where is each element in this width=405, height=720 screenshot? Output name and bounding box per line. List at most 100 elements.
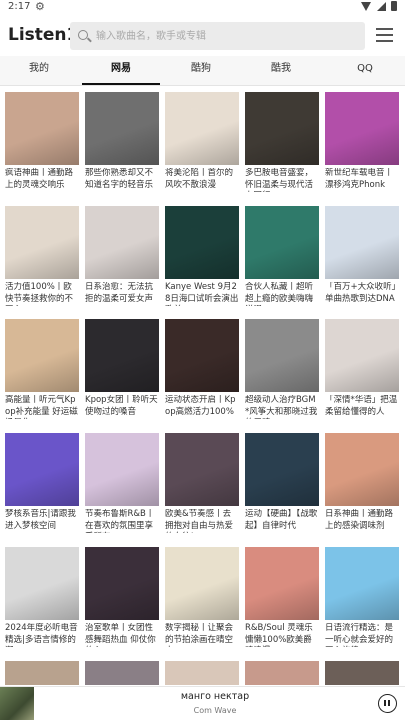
playlist-card[interactable]: 日语流行精选：是一听心就会爱好的开心旋律	[325, 547, 399, 647]
playlist-title[interactable]: 日语流行精选：是一听心就会爱好的开心旋律	[325, 623, 399, 647]
playlist-title[interactable]: 数字揭秘丨让聚会的节拍涂画在晴空中	[165, 623, 239, 647]
playlist-cover[interactable]	[245, 433, 319, 506]
playlist-card[interactable]: Kpop女团丨聆听天使吻过的嗓音	[85, 319, 159, 419]
playlist-title[interactable]: 那些你熟悉却又不知道名字的轻音乐	[85, 168, 159, 192]
playlist-cover[interactable]	[245, 661, 319, 685]
playlist-title[interactable]: 将美沦陷丨首尔的风吹不散浪漫	[165, 168, 239, 192]
playlist-card[interactable]: 「深情*华语」把温柔留给懂得的人	[325, 319, 399, 419]
playlist-card[interactable]: 将美沦陷丨首尔的风吹不散浪漫	[165, 92, 239, 192]
playlist-title[interactable]: Kpop女团丨聆听天使吻过的嗓音	[85, 395, 159, 419]
playlist-title[interactable]: Kanye West 9月28日海口试听会演出歌单	[165, 282, 239, 306]
playlist-cover[interactable]	[5, 319, 79, 392]
playlist-cover[interactable]	[85, 547, 159, 620]
playlist-card[interactable]: 多巴胺电音盛宴，怀旧温柔与现代活力同行	[245, 92, 319, 192]
playlist-cover[interactable]	[85, 92, 159, 165]
menu-icon[interactable]	[376, 28, 393, 42]
playlist-card[interactable]: 节奏布鲁斯R&B丨在喜欢的氛围里享受所有	[85, 433, 159, 533]
battery-icon	[391, 1, 397, 11]
mini-player[interactable]: манго нектар Com Wave	[0, 686, 405, 720]
now-playing-cover[interactable]	[0, 687, 34, 720]
playlist-title[interactable]: 超级动人治疗BGM*风筝大和那晓过我的灵魂	[245, 395, 319, 419]
playlist-card[interactable]: 数字揭秘丨让聚会的节拍涂画在晴空中	[165, 547, 239, 647]
tab-kugou[interactable]: 酷狗	[178, 56, 224, 86]
pause-icon[interactable]	[378, 694, 397, 713]
playlist-cover[interactable]	[325, 319, 399, 392]
playlist-cover[interactable]	[165, 433, 239, 506]
playlist-card[interactable]: 超级动人治疗BGM*风筝大和那晓过我的灵魂	[245, 319, 319, 419]
now-playing-title: манго нектар	[180, 691, 250, 702]
playlist-title[interactable]: 「百万+大众收听」单曲热歌到达DNA	[325, 282, 399, 306]
playlist-cover[interactable]	[165, 547, 239, 620]
playlist-title[interactable]: 运动【硬曲】【战歌起】自律时代	[245, 509, 319, 533]
tab-mine[interactable]: 我的	[16, 56, 62, 86]
now-playing-artist: Com Wave	[193, 706, 237, 715]
playlist-card[interactable]	[245, 661, 319, 685]
playlist-cover[interactable]	[5, 547, 79, 620]
playlist-cover[interactable]	[245, 206, 319, 279]
playlist-title[interactable]: 欧美&节奏感丨去拥抱对自由与热爱的向往!	[165, 509, 239, 533]
playlist-card[interactable]: 「百万+大众收听」单曲热歌到达DNA	[325, 206, 399, 306]
playlist-card[interactable]: 2024年度必听电音精选|多语言情修的潮	[5, 547, 79, 647]
playlist-title[interactable]: 活力值100%丨欧快节奏拯救你的不开心	[5, 282, 79, 306]
playlist-cover[interactable]	[245, 92, 319, 165]
playlist-title[interactable]: 日系治愈：无法抗拒的温柔可爱女声	[85, 282, 159, 306]
playlist-card[interactable]: 运动【硬曲】【战歌起】自律时代	[245, 433, 319, 533]
playlist-title[interactable]: 「深情*华语」把温柔留给懂得的人	[325, 395, 399, 419]
playlist-title[interactable]: 运动状态开启丨Kpop高燃活力100%	[165, 395, 239, 419]
playlist-cover[interactable]	[85, 433, 159, 506]
playlist-card[interactable]	[85, 661, 159, 685]
search-input[interactable]	[96, 22, 356, 50]
playlist-card[interactable]: 治室歌单丨女团性感舞蹈热血 仰仗你的心	[85, 547, 159, 647]
playlist-cover[interactable]	[5, 206, 79, 279]
playlist-cover[interactable]	[165, 206, 239, 279]
playlist-title[interactable]: 节奏布鲁斯R&B丨在喜欢的氛围里享受所有	[85, 509, 159, 533]
playlist-title[interactable]: 多巴胺电音盛宴，怀旧温柔与现代活力同行	[245, 168, 319, 192]
playlist-title[interactable]: 合伙人私藏丨超听超上瘾的欧美嗨嗨说唱	[245, 282, 319, 306]
playlist-title[interactable]: 梦核系音乐|请跟我进入梦核空间	[5, 509, 79, 533]
playlist-card[interactable]: 欧美&节奏感丨去拥抱对自由与热爱的向往!	[165, 433, 239, 533]
playlist-cover[interactable]	[165, 661, 239, 685]
playlist-cover[interactable]	[5, 433, 79, 506]
tab-kuwo[interactable]: 酷我	[258, 56, 304, 86]
playlist-cover[interactable]	[5, 92, 79, 165]
playlist-cover[interactable]	[85, 319, 159, 392]
playlist-cover[interactable]	[325, 547, 399, 620]
playlist-title[interactable]: 高能量丨听元气Kpop补充能量 好运磁场显化	[5, 395, 79, 419]
playlist-card[interactable]	[5, 661, 79, 685]
playlist-cover[interactable]	[325, 206, 399, 279]
playlist-card[interactable]: 新世纪车载电音丨漂移鸿克Phonk	[325, 92, 399, 192]
playlist-card[interactable]: 合伙人私藏丨超听超上瘾的欧美嗨嗨说唱	[245, 206, 319, 306]
playlist-title[interactable]: 日系神曲丨通勤路上的感染调味剂	[325, 509, 399, 533]
playlist-card[interactable]: R&B/Soul 灵魂乐 慵懒100%欧美爵魂浪漫	[245, 547, 319, 647]
playlist-cover[interactable]	[325, 92, 399, 165]
playlist-card[interactable]: 运动状态开启丨Kpop高燃活力100%	[165, 319, 239, 419]
playlist-cover[interactable]	[165, 92, 239, 165]
playlist-cover[interactable]	[245, 319, 319, 392]
playlist-card[interactable]: 高能量丨听元气Kpop补充能量 好运磁场显化	[5, 319, 79, 419]
playlist-card[interactable]: Kanye West 9月28日海口试听会演出歌单	[165, 206, 239, 306]
search-bar[interactable]	[70, 22, 365, 50]
playlist-card[interactable]: 疯语神曲丨通勤路上的灵魂交响乐	[5, 92, 79, 192]
playlist-cover[interactable]	[5, 661, 79, 685]
playlist-card[interactable]	[325, 661, 399, 685]
playlist-cover[interactable]	[325, 661, 399, 685]
playlist-cover[interactable]	[85, 661, 159, 685]
tab-qq[interactable]: QQ	[342, 56, 388, 86]
playlist-title[interactable]: 疯语神曲丨通勤路上的灵魂交响乐	[5, 168, 79, 192]
playlist-title[interactable]: R&B/Soul 灵魂乐 慵懒100%欧美爵魂浪漫	[245, 623, 319, 647]
app-header: Listen1	[0, 18, 405, 54]
playlist-card[interactable]: 活力值100%丨欧快节奏拯救你的不开心	[5, 206, 79, 306]
playlist-cover[interactable]	[165, 319, 239, 392]
playlist-card[interactable]: 那些你熟悉却又不知道名字的轻音乐	[85, 92, 159, 192]
playlist-title[interactable]: 新世纪车载电音丨漂移鸿克Phonk	[325, 168, 399, 192]
playlist-card[interactable]: 梦核系音乐|请跟我进入梦核空间	[5, 433, 79, 533]
playlist-card[interactable]: 日系治愈：无法抗拒的温柔可爱女声	[85, 206, 159, 306]
playlist-card[interactable]: 日系神曲丨通勤路上的感染调味剂	[325, 433, 399, 533]
playlist-title[interactable]: 2024年度必听电音精选|多语言情修的潮	[5, 623, 79, 647]
playlist-cover[interactable]	[325, 433, 399, 506]
playlist-cover[interactable]	[85, 206, 159, 279]
playlist-card[interactable]	[165, 661, 239, 685]
tab-netease[interactable]: 网易	[82, 56, 160, 86]
playlist-cover[interactable]	[245, 547, 319, 620]
playlist-title[interactable]: 治室歌单丨女团性感舞蹈热血 仰仗你的心	[85, 623, 159, 647]
